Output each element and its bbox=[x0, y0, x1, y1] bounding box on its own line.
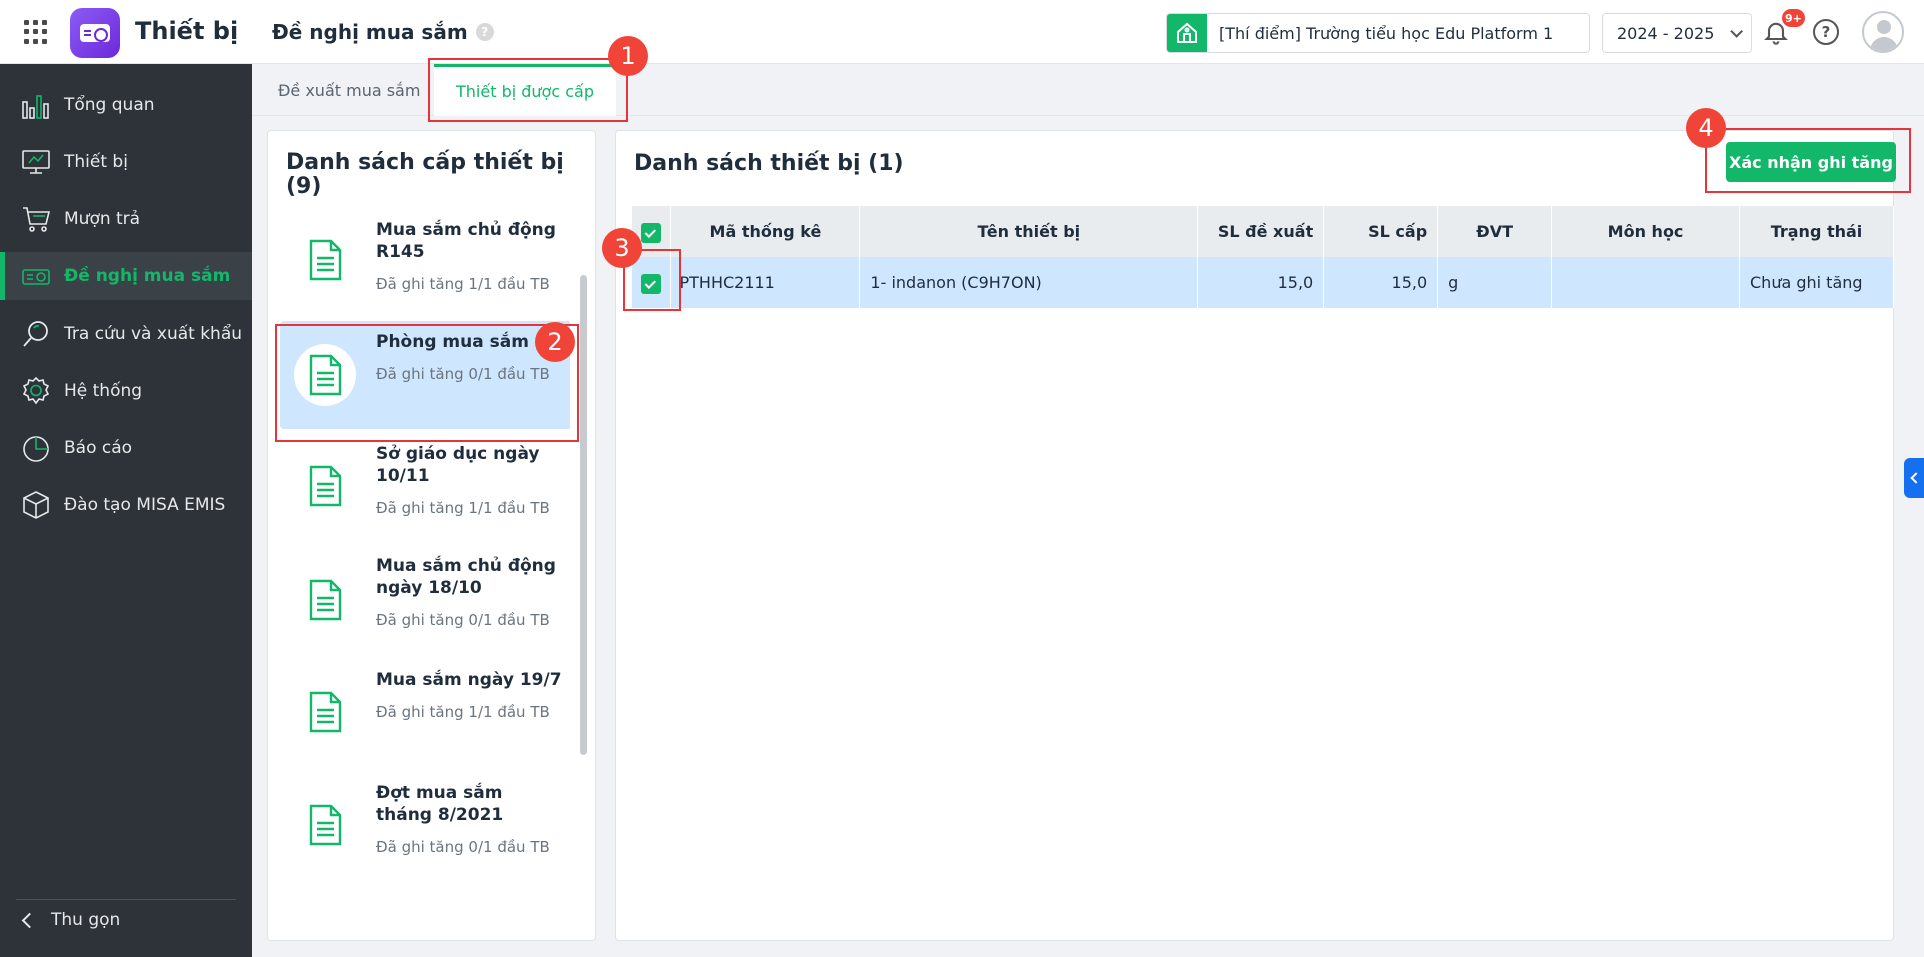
notification-badge: 9+ bbox=[1782, 9, 1805, 27]
collapse-sidebar-button[interactable]: Thu gọn bbox=[21, 910, 121, 930]
chevron-down-icon bbox=[1730, 24, 1743, 38]
school-year-value: 2024 - 2025 bbox=[1617, 23, 1715, 43]
sidebar-item-label: Tổng quan bbox=[64, 95, 155, 115]
sidebar-divider bbox=[16, 899, 236, 900]
list-item[interactable]: Mua sắm chủ động ngày 18/10 Đã ghi tăng … bbox=[280, 547, 570, 657]
box-icon bbox=[20, 489, 52, 521]
table-row[interactable]: PTHHC2111 1- indanon (C9H7ON) 15,0 15,0 … bbox=[632, 257, 1894, 308]
allocation-list-panel: Danh sách cấp thiết bị (9) Mua sắm chủ đ… bbox=[267, 130, 596, 941]
list-item-name: Đợt mua sắm tháng 8/2021 bbox=[376, 783, 504, 825]
table-header-row: Mã thống kê Tên thiết bị SL đề xuất SL c… bbox=[632, 206, 1894, 257]
callout-box-2 bbox=[275, 324, 579, 442]
sidebar: Tổng quan Thiết bị Mượn trả Đề nghị mua … bbox=[0, 64, 252, 957]
sidebar-item-thiet-bi[interactable]: Thiết bị bbox=[0, 138, 252, 186]
pie-chart-icon bbox=[20, 432, 52, 464]
list-item-name: Mua sắm chủ động R145 bbox=[376, 220, 556, 262]
document-icon bbox=[294, 229, 356, 291]
sidebar-item-bao-cao[interactable]: Báo cáo bbox=[0, 424, 252, 472]
callout-number-1: 1 bbox=[608, 36, 648, 76]
sidebar-item-de-nghi-mua-sam[interactable]: Đề nghị mua sắm bbox=[0, 252, 252, 300]
sidebar-item-tra-cuu[interactable]: Tra cứu và xuất khẩu bbox=[0, 310, 252, 358]
cell-ten-thiet-bi: 1- indanon (C9H7ON) bbox=[859, 257, 1199, 308]
cell-trang-thai: Chưa ghi tăng bbox=[1739, 257, 1894, 308]
sidebar-item-label: Báo cáo bbox=[64, 438, 133, 458]
callout-box-1 bbox=[428, 58, 628, 122]
equipment-list-title: Danh sách thiết bị (1) bbox=[634, 151, 904, 176]
sidebar-item-dao-tao[interactable]: Đào tạo MISA EMIS bbox=[0, 481, 252, 529]
list-item[interactable]: Sở giáo dục ngày 10/11 Đã ghi tăng 1/1 đ… bbox=[280, 435, 570, 545]
sidebar-item-label: Thiết bị bbox=[64, 152, 128, 172]
collapse-label: Thu gọn bbox=[51, 910, 121, 930]
school-year-select[interactable]: 2024 - 2025 bbox=[1602, 13, 1752, 53]
allocation-list-title: Danh sách cấp thiết bị (9) bbox=[286, 150, 564, 199]
column-header-trang-thai[interactable]: Trạng thái bbox=[1739, 206, 1894, 257]
callout-number-4: 4 bbox=[1686, 108, 1726, 148]
sidebar-item-label: Tra cứu và xuất khẩu bbox=[64, 324, 243, 344]
document-icon bbox=[294, 569, 356, 631]
cell-sl-de-xuat: 15,0 bbox=[1197, 257, 1325, 308]
bar-chart-icon bbox=[20, 89, 52, 121]
list-item-name: Mua sắm chủ động ngày 18/10 bbox=[376, 556, 556, 598]
app-name: Thiết bị bbox=[135, 17, 239, 45]
chevron-left-icon bbox=[21, 912, 38, 928]
cart-icon bbox=[20, 203, 52, 235]
sidebar-item-he-thong[interactable]: Hệ thống bbox=[0, 367, 252, 415]
list-item-name: Mua sắm ngày 19/7 bbox=[376, 670, 562, 690]
list-item-status: Đã ghi tăng 0/1 đầu TB bbox=[376, 611, 550, 629]
search-icon bbox=[20, 318, 52, 350]
apps-grid-icon[interactable] bbox=[24, 20, 48, 44]
help-icon[interactable]: ? bbox=[1813, 19, 1839, 45]
sidebar-item-label: Đề nghị mua sắm bbox=[64, 266, 231, 286]
column-header-dvt[interactable]: ĐVT bbox=[1437, 206, 1553, 257]
cell-sl-cap: 15,0 bbox=[1323, 257, 1439, 308]
sidebar-item-label: Đào tạo MISA EMIS bbox=[64, 495, 226, 515]
equipment-table: Mã thống kê Tên thiết bị SL đề xuất SL c… bbox=[632, 206, 1894, 308]
sidebar-item-label: Hệ thống bbox=[64, 381, 143, 401]
list-item-status: Đã ghi tăng 1/1 đầu TB bbox=[376, 499, 550, 517]
app-logo bbox=[70, 8, 120, 58]
column-header-ma-thong-ke[interactable]: Mã thống kê bbox=[670, 206, 861, 257]
page-title: Đề nghị mua sắm ? bbox=[272, 20, 494, 44]
column-header-sl-cap[interactable]: SL cấp bbox=[1323, 206, 1439, 257]
cell-ma-thong-ke: PTHHC2111 bbox=[670, 257, 861, 308]
cell-mon-hoc bbox=[1551, 257, 1740, 308]
select-all-checkbox[interactable] bbox=[641, 222, 662, 243]
school-name: [Thí điểm] Trường tiểu học Edu Platform … bbox=[1219, 23, 1554, 43]
sidebar-item-tong-quan[interactable]: Tổng quan bbox=[0, 81, 252, 129]
list-item[interactable]: Mua sắm ngày 19/7 Đã ghi tăng 1/1 đầu TB bbox=[280, 659, 570, 769]
equipment-list-panel: Danh sách thiết bị (1) Xác nhận ghi tăng… bbox=[615, 130, 1896, 941]
document-icon bbox=[294, 455, 356, 517]
callout-box-4 bbox=[1705, 128, 1911, 193]
avatar[interactable] bbox=[1862, 11, 1904, 53]
school-icon bbox=[1167, 14, 1207, 52]
sidebar-item-muon-tra[interactable]: Mượn trả bbox=[0, 195, 252, 243]
document-icon bbox=[294, 681, 356, 743]
list-scrollbar[interactable] bbox=[580, 275, 587, 755]
callout-number-3: 3 bbox=[602, 228, 642, 268]
list-item-status: Đã ghi tăng 1/1 đầu TB bbox=[376, 703, 550, 721]
cell-dvt: g bbox=[1437, 257, 1553, 308]
callout-number-2: 2 bbox=[535, 322, 575, 362]
sidebar-item-label: Mượn trả bbox=[64, 209, 141, 229]
expand-panel-tab[interactable] bbox=[1904, 458, 1924, 498]
app-header: Thiết bị Đề nghị mua sắm ? [Thí điểm] Tr… bbox=[0, 0, 1924, 64]
column-header-sl-de-xuat[interactable]: SL đề xuất bbox=[1197, 206, 1325, 257]
list-item-name: Sở giáo dục ngày 10/11 bbox=[376, 444, 540, 486]
column-header-mon-hoc[interactable]: Môn học bbox=[1551, 206, 1740, 257]
page-title-text: Đề nghị mua sắm bbox=[272, 20, 468, 44]
school-selector[interactable]: [Thí điểm] Trường tiểu học Edu Platform … bbox=[1166, 13, 1590, 53]
tab-de-xuat-mua-sam[interactable]: Đề xuất mua sắm bbox=[278, 64, 420, 116]
allocation-list[interactable]: Mua sắm chủ động R145 Đã ghi tăng 1/1 đầ… bbox=[280, 207, 570, 939]
list-item-status: Đã ghi tăng 1/1 đầu TB bbox=[376, 275, 550, 293]
gear-icon bbox=[20, 375, 52, 407]
projector-icon bbox=[80, 24, 110, 42]
document-icon bbox=[294, 794, 356, 856]
page-help-icon[interactable]: ? bbox=[475, 23, 494, 41]
list-item[interactable]: Đợt mua sắm tháng 8/2021 Đã ghi tăng 0/1… bbox=[280, 772, 570, 882]
list-item[interactable]: Mua sắm chủ động R145 Đã ghi tăng 1/1 đầ… bbox=[280, 207, 570, 307]
column-header-ten-thiet-bi[interactable]: Tên thiết bị bbox=[859, 206, 1199, 257]
list-item-status: Đã ghi tăng 0/1 đầu TB bbox=[376, 838, 550, 856]
monitor-icon bbox=[20, 146, 52, 178]
projector-icon bbox=[20, 260, 52, 292]
